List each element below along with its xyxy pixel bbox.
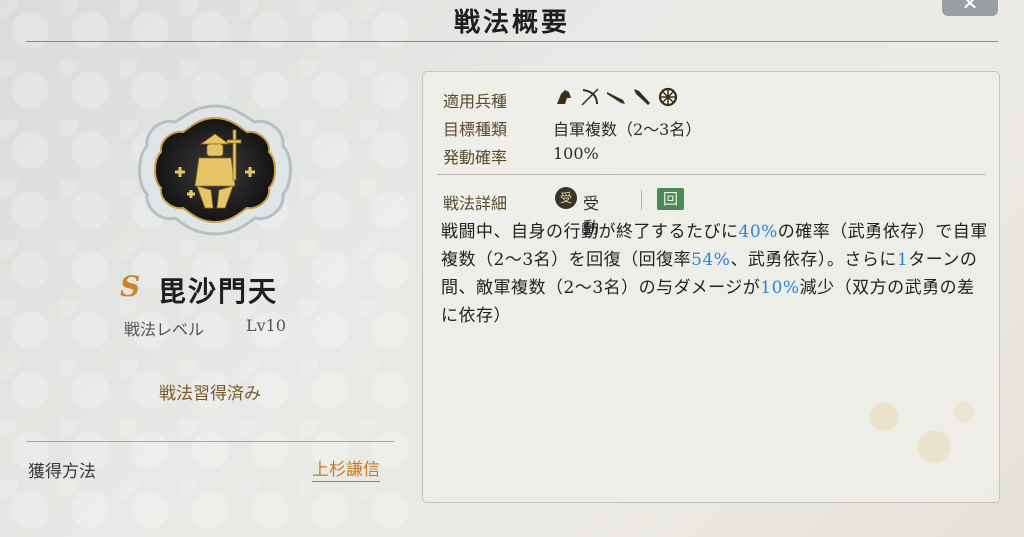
skill-description: 戦闘中、自身の行動が終了するたびに40%の確率（武勇依存）で自軍複数（2〜3名）…: [441, 218, 989, 330]
skill-name: 毘沙門天: [158, 275, 279, 308]
page-title: 戦法概要: [453, 8, 570, 38]
skill-name-row: S 毘沙門天: [120, 270, 320, 308]
detail-label: 戦法詳細: [443, 194, 508, 213]
decorative-blossoms: [854, 387, 994, 497]
panel-divider: [437, 174, 985, 175]
acquisition-link[interactable]: 上杉謙信: [312, 455, 380, 482]
desc-value-proc-rate: 40%: [738, 222, 778, 242]
siege-icon: [657, 86, 679, 108]
heal-badge: 回復: [657, 188, 685, 230]
desc-value-heal-rate: 54%: [691, 250, 731, 270]
activation-value: 100%: [553, 144, 599, 163]
title-divider: [26, 41, 998, 42]
activation-label: 発動確率: [443, 148, 508, 167]
left-divider: [26, 441, 394, 442]
target-label: 目標種類: [443, 120, 508, 139]
archer-icon: [579, 86, 601, 108]
level-value: Lv10: [246, 316, 287, 335]
cavalry-icon: [553, 86, 575, 108]
desc-text: 戦闘中、自身の行動が終了するたびに: [441, 222, 739, 242]
spear-icon: [631, 86, 653, 108]
unit-types-label: 適用兵種: [443, 92, 508, 111]
level-label: 戦法レベル: [124, 320, 205, 339]
close-button[interactable]: ✕: [942, 0, 998, 16]
desc-text: 、武勇依存）。さらに: [730, 250, 897, 270]
header: 戦法概要: [0, 0, 1024, 44]
unit-type-icons: [553, 86, 679, 108]
gun-icon: [605, 86, 627, 108]
desc-value-damage-reduction: 10%: [760, 278, 800, 298]
desc-value-turns: 1: [896, 250, 909, 270]
detail-separator: [641, 190, 642, 210]
target-value: 自軍複数（2〜3名）: [553, 120, 702, 139]
passive-icon: 受: [555, 187, 577, 209]
samurai-emblem-icon: [135, 100, 295, 240]
learned-status: 戦法習得済み: [159, 384, 261, 404]
rank-badge: S: [120, 270, 141, 303]
acquisition-label: 獲得方法: [28, 462, 96, 482]
